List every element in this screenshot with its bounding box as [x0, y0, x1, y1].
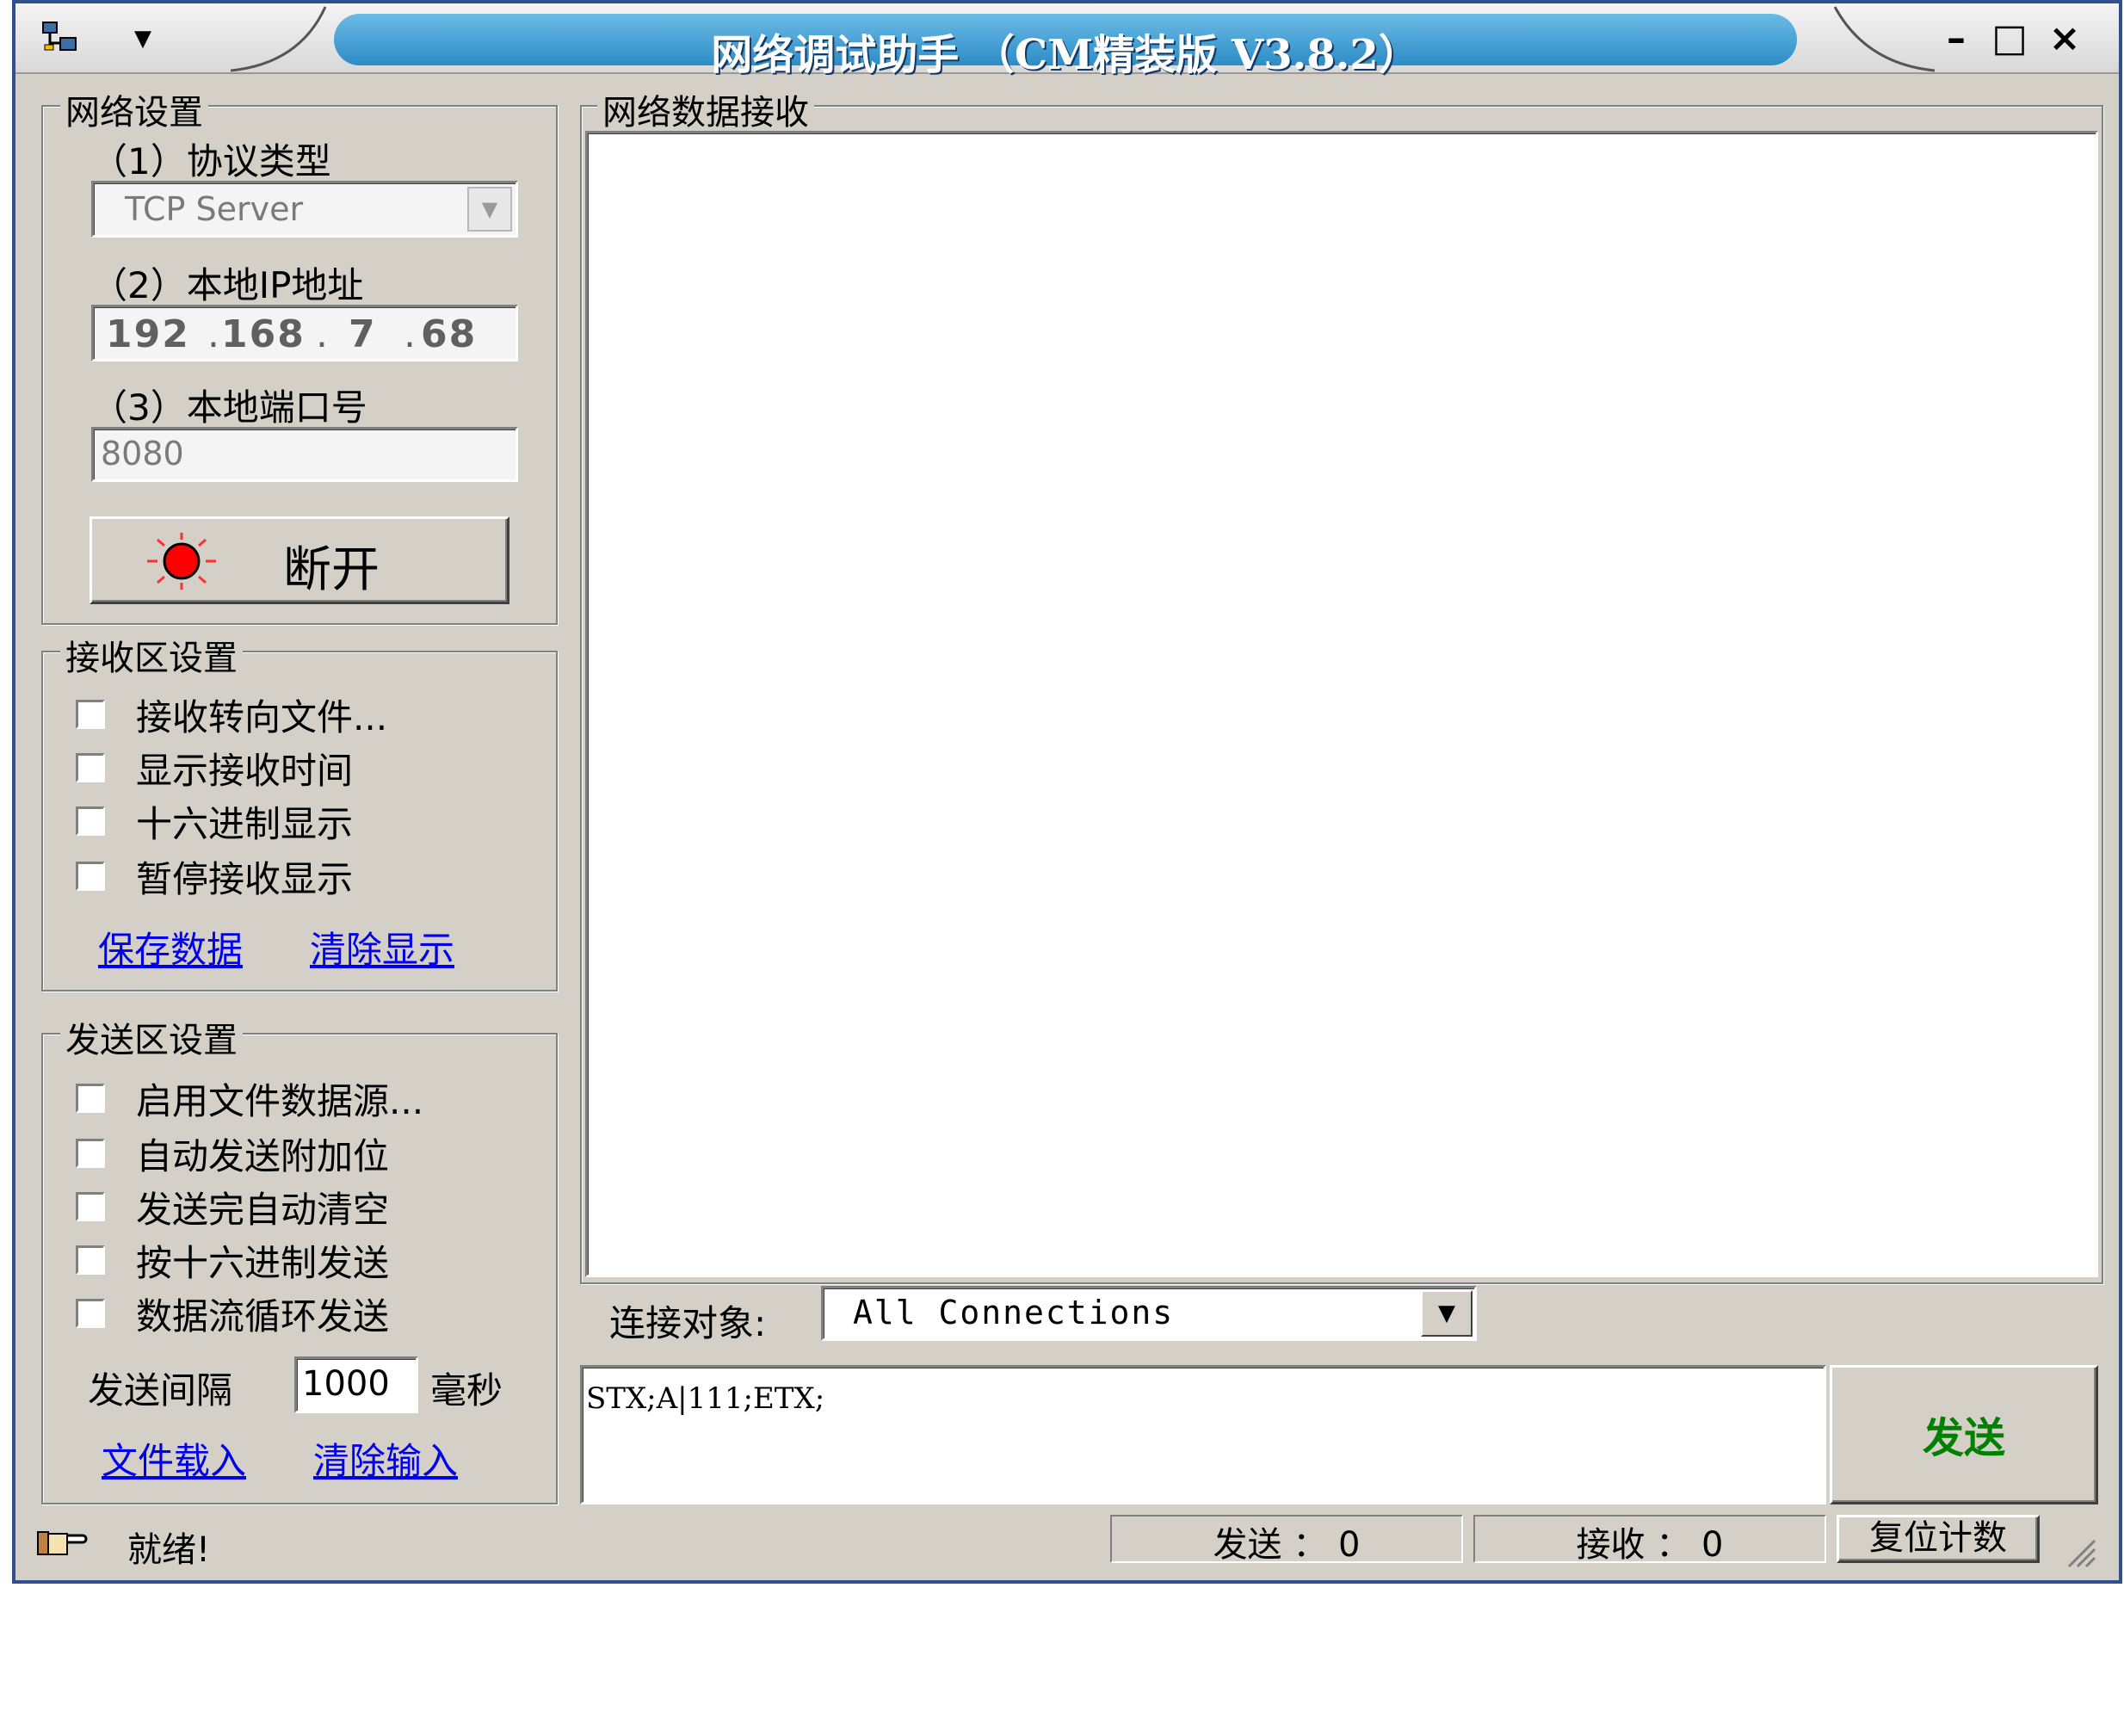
checkbox-box[interactable]: [76, 1084, 105, 1113]
checkbox-label: 显示接收时间: [136, 749, 354, 792]
ip-octet-1: 192: [106, 312, 190, 356]
ip-octet-4: 68: [421, 312, 478, 356]
send-button[interactable]: 发送: [1830, 1365, 2098, 1504]
ip-octet-2: 168: [221, 312, 306, 356]
protocol-select-value: TCP Server: [125, 190, 304, 228]
checkbox-label: 数据流循环发送: [136, 1294, 390, 1338]
checkbox-label: 启用文件数据源...: [136, 1079, 424, 1122]
send-content: STX;A|111;ETX;: [586, 1381, 825, 1416]
checkbox-label: 按十六进制发送: [136, 1241, 390, 1284]
clear-input-link[interactable]: 清除输入: [313, 1432, 458, 1485]
title-curve-left: [231, 6, 327, 72]
ip-label: （2）本地IP地址: [91, 264, 364, 306]
system-menu-arrow-icon[interactable]: ▼: [134, 26, 151, 52]
interval-unit: 毫秒: [430, 1369, 503, 1412]
chevron-down-icon[interactable]: ▼: [1421, 1290, 1473, 1337]
pointing-hand-icon: [37, 1531, 88, 1555]
file-load-link[interactable]: 文件载入: [102, 1432, 246, 1485]
checkbox-box[interactable]: [76, 1139, 105, 1168]
interval-label: 发送间隔: [88, 1369, 233, 1412]
send-textarea[interactable]: STX;A|111;ETX;: [580, 1365, 1826, 1504]
hex-send-checkbox[interactable]: 按十六进制发送: [76, 1241, 389, 1284]
checkbox-box[interactable]: [76, 862, 105, 891]
ip-dot: .: [316, 312, 328, 356]
resize-grip-icon[interactable]: [2064, 1535, 2098, 1570]
checkbox-box[interactable]: [76, 806, 105, 836]
checkbox-label: 发送完自动清空: [136, 1188, 390, 1231]
protocol-select[interactable]: TCP Server ▼: [91, 181, 518, 238]
maximize-button[interactable]: □: [1988, 17, 2031, 60]
checkbox-label: 接收转向文件...: [136, 695, 388, 738]
app-window: ▼ 网络调试助手 （CM精装版 V3.8.2） – □ × 网络设置 （1）协议…: [12, 0, 2122, 1584]
auto-clear-checkbox[interactable]: 发送完自动清空: [76, 1188, 389, 1231]
interval-value: 1000: [302, 1364, 390, 1404]
interval-input[interactable]: 1000: [294, 1356, 418, 1413]
checkbox-box[interactable]: [76, 700, 105, 729]
chevron-down-icon[interactable]: ▼: [467, 187, 512, 232]
checkbox-box[interactable]: [76, 1245, 105, 1275]
title-pill: 网络调试助手 （CM精装版 V3.8.2）: [334, 14, 1797, 79]
system-menu-icon[interactable]: [41, 21, 79, 53]
connection-select[interactable]: All Connections ▼: [821, 1286, 1477, 1341]
receive-to-file-checkbox[interactable]: 接收转向文件...: [76, 695, 387, 738]
checkbox-label: 自动发送附加位: [136, 1134, 390, 1177]
close-button[interactable]: ×: [2043, 17, 2086, 60]
pause-display-checkbox[interactable]: 暂停接收显示: [76, 857, 353, 900]
minimize-button[interactable]: –: [1935, 17, 1978, 60]
connection-select-value: All Connections: [853, 1294, 1175, 1331]
protocol-label: （1）协议类型: [91, 140, 331, 182]
file-data-source-checkbox[interactable]: 启用文件数据源...: [76, 1079, 423, 1122]
hex-display-checkbox[interactable]: 十六进制显示: [76, 802, 353, 845]
port-field[interactable]: 8080: [91, 427, 518, 482]
receive-settings-legend: 接收区设置: [60, 630, 243, 680]
save-data-link[interactable]: 保存数据: [98, 921, 243, 973]
led-red-icon: [147, 533, 216, 590]
checkbox-label: 暂停接收显示: [136, 857, 354, 900]
connection-label: 连接对象:: [609, 1302, 767, 1344]
send-settings-legend: 发送区设置: [60, 1012, 243, 1062]
loop-send-checkbox[interactable]: 数据流循环发送: [76, 1294, 389, 1338]
send-button-label: 发送: [1922, 1414, 2005, 1462]
disconnect-label: 断开: [283, 542, 380, 598]
ip-octet-3: 7: [349, 312, 375, 356]
checkbox-box[interactable]: [76, 1192, 105, 1221]
ip-dot: .: [207, 312, 219, 356]
reset-count-button[interactable]: 复位计数: [1837, 1515, 2040, 1563]
clear-display-link[interactable]: 清除显示: [310, 921, 454, 973]
receive-area-legend: 网络数据接收: [597, 84, 814, 134]
disconnect-button[interactable]: 断开: [90, 516, 509, 604]
network-settings-legend: 网络设置: [60, 84, 208, 134]
received-counter: 接收 ： 0: [1473, 1515, 1826, 1565]
status-text: 就绪!: [127, 1530, 211, 1570]
checkbox-box[interactable]: [76, 1299, 105, 1328]
checkbox-label: 十六进制显示: [136, 802, 354, 845]
show-receive-time-checkbox[interactable]: 显示接收时间: [76, 749, 353, 792]
port-value: 8080: [101, 435, 184, 473]
ip-dot: .: [404, 312, 416, 356]
window-title: 网络调试助手 （CM精装版 V3.8.2）: [711, 31, 1420, 79]
title-curve-right: [1833, 6, 1935, 72]
receive-textarea[interactable]: [585, 131, 2098, 1277]
title-bar: ▼ 网络调试助手 （CM精装版 V3.8.2） – □ ×: [15, 3, 2119, 79]
sent-counter: 发送 ： 0: [1110, 1515, 1463, 1565]
port-label: （3）本地端口号: [91, 386, 367, 429]
ip-address-field[interactable]: 192 . 168 . 7 . 68: [91, 305, 518, 361]
checkbox-box[interactable]: [76, 753, 105, 782]
auto-append-checkbox[interactable]: 自动发送附加位: [76, 1134, 389, 1177]
